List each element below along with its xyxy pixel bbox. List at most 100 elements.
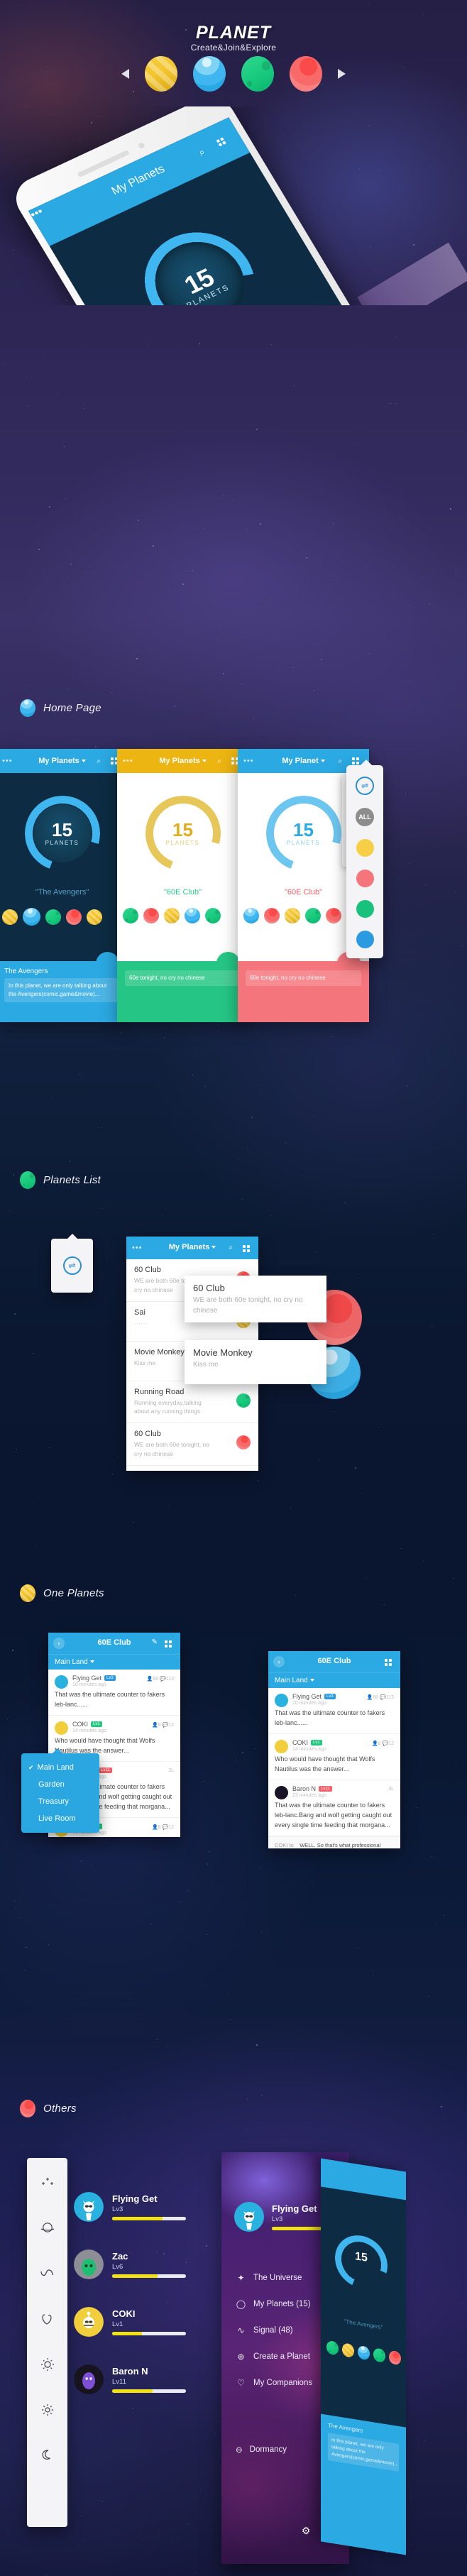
post[interactable]: Flying Get Lv3 10 minutes ago That was the … <box>48 1670 180 1716</box>
land-tab-selector[interactable]: Main Land <box>268 1672 400 1688</box>
avatar[interactable] <box>74 2307 104 2337</box>
gear-icon[interactable] <box>38 2401 57 2419</box>
filter-dot-yellow[interactable] <box>356 839 374 857</box>
strip-planet[interactable] <box>285 908 300 923</box>
moon-icon[interactable] <box>38 2446 57 2465</box>
app-bar-title[interactable]: My Planets <box>0 757 128 765</box>
strip-planet[interactable] <box>66 909 82 925</box>
avatar[interactable] <box>236 1435 251 1449</box>
strip-planet[interactable] <box>23 908 40 926</box>
filter-dot-green[interactable] <box>356 900 374 918</box>
menu-item-garden[interactable]: Garden <box>21 1776 99 1793</box>
avatar[interactable] <box>55 1721 68 1735</box>
companion-icon[interactable] <box>38 2310 57 2328</box>
strip-planet[interactable] <box>164 908 180 923</box>
post[interactable]: Flying Get Lv3 10 minutes ago That was the … <box>268 1688 400 1734</box>
avatar[interactable] <box>236 1393 251 1408</box>
user-name: Zac <box>112 2251 186 2262</box>
avatar[interactable] <box>275 1740 288 1753</box>
strip-planet[interactable] <box>123 908 138 923</box>
strip-planet[interactable] <box>143 908 159 923</box>
grid-icon[interactable] <box>165 1640 172 1648</box>
avatar[interactable] <box>74 2192 104 2222</box>
planet-card[interactable]: The Avengers In this planet, we are only… <box>0 961 128 1022</box>
sync-icon[interactable]: ⇌ <box>63 1256 82 1275</box>
user-row[interactable]: Baron N Lv11 <box>74 2364 216 2394</box>
planet-popup-card[interactable]: 60 Club WE are both 60e tonight, no cry … <box>185 1276 326 1322</box>
strip-planet[interactable] <box>326 908 341 923</box>
compose-icon[interactable]: ✎ <box>152 1638 158 1646</box>
avatar[interactable] <box>234 2202 264 2232</box>
strip-planet[interactable] <box>305 908 321 923</box>
filter-flyout[interactable]: ⇌ ALL <box>346 765 383 958</box>
list-item-desc: WE are both 60e tonight, no cry no chine… <box>134 1440 218 1459</box>
search-icon[interactable]: ⌕ <box>97 757 101 765</box>
decorative-sliver <box>357 243 467 305</box>
strip-planet[interactable] <box>45 909 61 925</box>
strip-planet[interactable] <box>87 909 102 925</box>
filter-dot-blue[interactable] <box>356 931 374 948</box>
avatar[interactable] <box>74 2249 104 2279</box>
all-filter-button[interactable]: ALL <box>356 808 374 826</box>
wave-icon[interactable] <box>38 2264 57 2283</box>
app-bar-title[interactable]: My Planets <box>117 757 248 765</box>
post[interactable]: Baron NLv1123 minutes ago That was the ul… <box>268 1780 400 1836</box>
planet-icon[interactable] <box>38 2219 57 2237</box>
grid-icon[interactable] <box>243 1245 250 1252</box>
land-dropdown-menu[interactable]: ✔ Main Land Garden Treasury Live Room <box>21 1753 99 1833</box>
avatar[interactable] <box>275 1786 288 1799</box>
gear-icon[interactable]: ⚙ <box>302 2525 311 2537</box>
strip-planet[interactable] <box>264 908 280 923</box>
menu-item-treasury[interactable]: Treasury <box>21 1793 99 1810</box>
list-item[interactable]: 60 Club WE are both 60e tonight, no cry n… <box>126 1423 258 1466</box>
sun-icon[interactable] <box>38 2355 57 2374</box>
planet-green[interactable] <box>241 56 274 92</box>
list-item[interactable]: Running Road Running everyday,talking abo… <box>126 1381 258 1424</box>
user-row[interactable]: COKI Lv1 <box>74 2307 216 2337</box>
strip-planet[interactable] <box>185 908 200 923</box>
land-tab-selector[interactable]: Main Land <box>48 1654 180 1670</box>
sync-icon[interactable]: ⇌ <box>356 777 374 795</box>
search-icon[interactable]: ⌕ <box>338 757 342 765</box>
user-row[interactable]: Zac Lv6 <box>74 2249 216 2279</box>
sync-flyout[interactable]: ⇌ <box>51 1239 93 1293</box>
planet-yellow[interactable] <box>145 56 177 92</box>
avatar[interactable] <box>275 1694 288 1707</box>
strip-planet[interactable] <box>205 908 221 923</box>
plus-circle-icon: ⊕ <box>236 2352 246 2362</box>
planet-popup-card[interactable]: Movie Monkey Kiss me <box>185 1340 326 1384</box>
search-icon[interactable]: ⌕ <box>217 757 221 765</box>
section-title: One Planets <box>43 1587 104 1599</box>
arrow-right-icon[interactable] <box>338 69 346 79</box>
sparkle-icon[interactable] <box>38 2174 57 2192</box>
dial-label: PLANETS <box>145 840 221 846</box>
avatar[interactable] <box>55 1675 68 1689</box>
strip-planet[interactable] <box>2 909 18 925</box>
list-item[interactable]: Sai...... <box>126 1466 258 1471</box>
avatar[interactable] <box>74 2364 104 2394</box>
user-row[interactable]: Flying Get Lv3 <box>74 2192 216 2222</box>
grid-icon[interactable] <box>385 1659 392 1666</box>
menu-item-label: Garden <box>38 1780 65 1789</box>
planet-card-title: The Avengers <box>4 968 120 975</box>
arrow-left-icon[interactable] <box>121 69 129 79</box>
filter-dot-red[interactable] <box>356 870 374 887</box>
icon-rail[interactable] <box>27 2158 67 2527</box>
planet-blue[interactable] <box>193 56 226 92</box>
strip-planet[interactable] <box>243 908 259 923</box>
nav-item-dormancy[interactable]: ⊖ Dormancy <box>236 2445 287 2455</box>
post[interactable]: COKILv114 minutes agoWho would have thou… <box>268 1734 400 1780</box>
app-bar-title[interactable]: My Planet <box>238 757 369 765</box>
grid-icon[interactable] <box>352 757 359 764</box>
menu-item-live-room[interactable]: Live Room <box>21 1810 99 1827</box>
menu-item-main-land[interactable]: ✔ Main Land <box>21 1759 99 1776</box>
planet-card[interactable]: 60e tonight, no cry no chinese <box>238 961 369 1022</box>
search-icon[interactable]: ⌕ <box>229 1244 233 1251</box>
planet-carousel <box>0 53 467 95</box>
planet-card[interactable]: 60e tonight, no cry no chinese <box>117 961 248 1022</box>
popup-desc: Kiss me <box>193 1360 318 1371</box>
planet-red[interactable] <box>290 56 322 92</box>
level-badge: Lv11 <box>319 1786 332 1792</box>
app-bar-title[interactable]: My Planets <box>126 1243 258 1251</box>
section-header-home: Home Page <box>20 699 101 717</box>
